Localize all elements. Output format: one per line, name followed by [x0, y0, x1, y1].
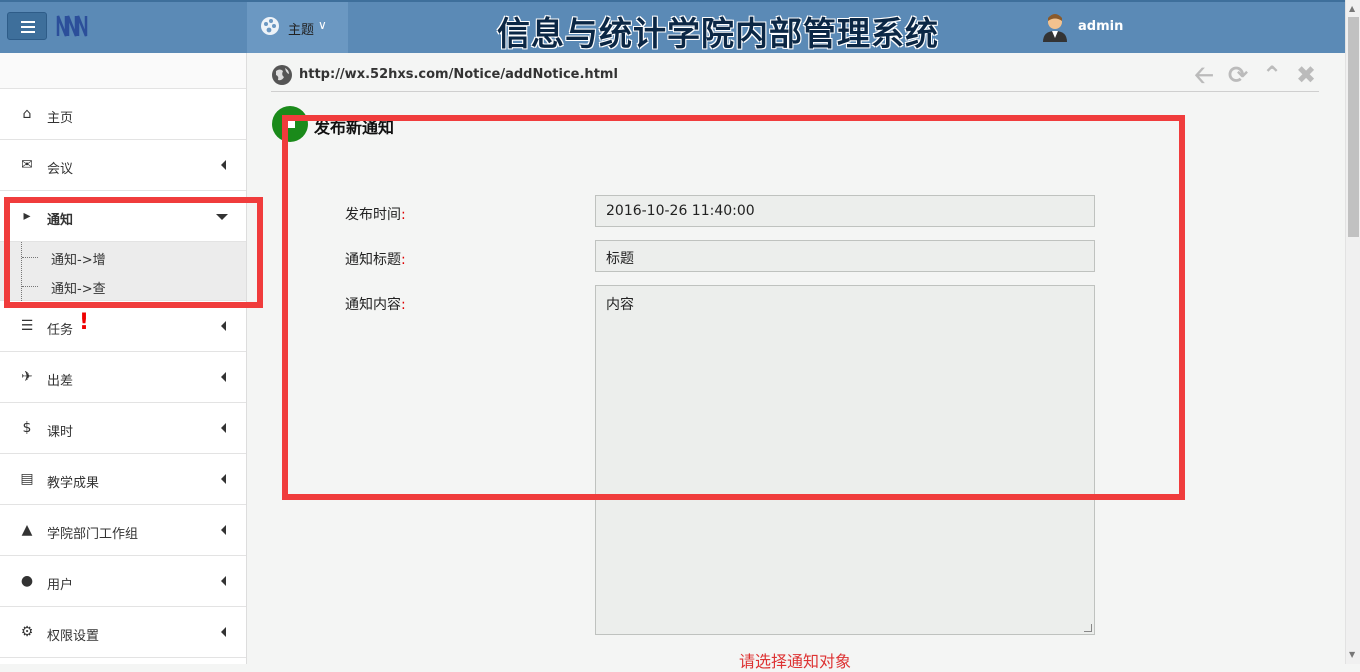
sidebar-item-label: 学院部门工作组 [47, 527, 139, 542]
chevron-left-icon [221, 525, 226, 535]
submenu-item-label: 通知->查 [51, 282, 106, 297]
close-icon[interactable]: ✖ [1293, 62, 1319, 88]
submenu-item-add-notice[interactable]: 通知->增 [0, 242, 246, 271]
page-scrollbar[interactable]: ▲ ▼ [1345, 0, 1360, 664]
chevron-left-icon [221, 474, 226, 484]
sidebar-item-permissions[interactable]: ⚙ 权限设置 [0, 607, 246, 658]
submenu-item-label: 通知->增 [51, 253, 106, 268]
user-icon: ● [20, 573, 34, 589]
chevron-left-icon [221, 576, 226, 586]
sidebar-item-users[interactable]: ● 用户 [0, 556, 246, 607]
label-colon: : [401, 252, 406, 268]
sidebar-item-meeting[interactable]: ✉ 会议 [0, 140, 246, 191]
globe-icon [272, 65, 292, 85]
dollar-icon: $ [22, 420, 32, 436]
page-url: http://wx.52hxs.com/Notice/addNotice.htm… [299, 67, 618, 82]
notice-content-text: 内容 [606, 297, 634, 313]
notice-title-label-text: 通知标题 [345, 252, 401, 268]
notice-content-label: 通知内容: [345, 294, 406, 314]
user-name[interactable]: admin [1078, 19, 1123, 34]
notice-content-label-text: 通知内容 [345, 297, 401, 313]
sidebar-item-label: 任务 [47, 323, 74, 338]
label-colon: : [401, 297, 406, 313]
tasks-icon: ☰ [20, 318, 34, 334]
chevron-left-icon [221, 627, 226, 637]
publish-time-label: 发布时间: [345, 204, 406, 224]
sidebar-shortcuts [0, 53, 246, 89]
avatar[interactable] [1041, 12, 1069, 42]
logo-icon [56, 15, 88, 37]
notice-submenu: 通知->增 通知->查 [0, 242, 246, 301]
notice-title-label: 通知标题: [345, 249, 406, 269]
bar-chart-icon: ▤ [20, 471, 34, 487]
sidebar-item-label: 权限设置 [47, 629, 100, 644]
plane-icon: ✈ [21, 369, 33, 385]
home-icon: ⌂ [22, 106, 32, 122]
sidebar-item-department-groups[interactable]: ▲ 学院部门工作组 [0, 505, 246, 556]
menu-toggle-button[interactable] [7, 12, 47, 40]
breadcrumb: http://wx.52hxs.com/Notice/addNotice.htm… [271, 62, 1319, 92]
sidebar-item-task[interactable]: ☰ 任务 ! [0, 301, 246, 352]
chevron-down-icon: ∨ [318, 18, 327, 32]
sidebar-item-label: 会议 [47, 162, 74, 177]
back-arrow-icon[interactable]: 🡠 [1191, 62, 1217, 88]
sidebar-item-label: 教学成果 [47, 476, 100, 491]
alert-badge: ! [79, 310, 90, 335]
sidebar-item-home[interactable]: ⌂ 主页 [0, 89, 246, 140]
sidebar-item-label: 出差 [47, 374, 74, 389]
notice-content-textarea[interactable]: 内容 [595, 285, 1095, 635]
scroll-up-icon[interactable]: ▲ [1349, 4, 1355, 13]
chevron-left-icon [221, 160, 226, 170]
sidebar-item-teaching-results[interactable]: ▤ 教学成果 [0, 454, 246, 505]
publish-time-label-text: 发布时间 [345, 207, 401, 223]
notice-title-field[interactable]: 标题 [595, 240, 1095, 272]
chevron-left-icon [221, 321, 226, 331]
chevron-up-icon[interactable]: ⌃ [1259, 62, 1285, 88]
flag-icon [272, 106, 308, 142]
refresh-icon[interactable]: ⟳ [1225, 62, 1251, 88]
comments-icon: ✉ [21, 157, 33, 173]
theme-label: 主题 [288, 23, 315, 38]
theme-menu[interactable]: 主题 ∨ [247, 2, 348, 53]
sidebar-item-notice[interactable]: ▸ 通知 [0, 191, 246, 242]
publish-time-field[interactable]: 2016-10-26 11:40:00 [595, 195, 1095, 227]
select-target-hint[interactable]: 请选择通知对象 [739, 648, 851, 672]
form-title: 发布新通知 [314, 118, 395, 137]
gear-icon: ⚙ [20, 624, 34, 640]
sidebar-item-label: 通知 [47, 213, 74, 228]
sidebar-item-label: 主页 [47, 111, 74, 126]
submenu-item-query-notice[interactable]: 通知->查 [0, 271, 246, 300]
label-colon: : [401, 207, 406, 223]
chevron-left-icon [221, 372, 226, 382]
sidebar-item-label: 用户 [47, 578, 74, 593]
institution-icon: ▲ [21, 522, 33, 538]
scroll-down-icon[interactable]: ▼ [1349, 650, 1355, 659]
top-navbar: 主题 ∨ 信息与统计学院内部管理系统 admin [0, 0, 1345, 53]
palette-icon [261, 17, 279, 35]
chevron-left-icon [221, 423, 226, 433]
sidebar: ⌂ 主页 ✉ 会议 ▸ 通知 通知->增 通知->查 ☰ 任务 ! ✈ 出差 $… [0, 53, 247, 664]
system-title: 信息与统计学院内部管理系统 [497, 14, 939, 53]
sidebar-item-class-hours[interactable]: $ 课时 [0, 403, 246, 454]
sidebar-item-business-trip[interactable]: ✈ 出差 [0, 352, 246, 403]
chevron-down-icon [216, 214, 228, 220]
scrollbar-thumb[interactable] [1348, 17, 1359, 237]
sidebar-item-label: 课时 [47, 425, 74, 440]
bullhorn-icon: ▸ [23, 208, 31, 224]
page-tools: 🡠 ⟳ ⌃ ✖ [1183, 62, 1319, 92]
resize-handle[interactable] [1084, 624, 1092, 632]
